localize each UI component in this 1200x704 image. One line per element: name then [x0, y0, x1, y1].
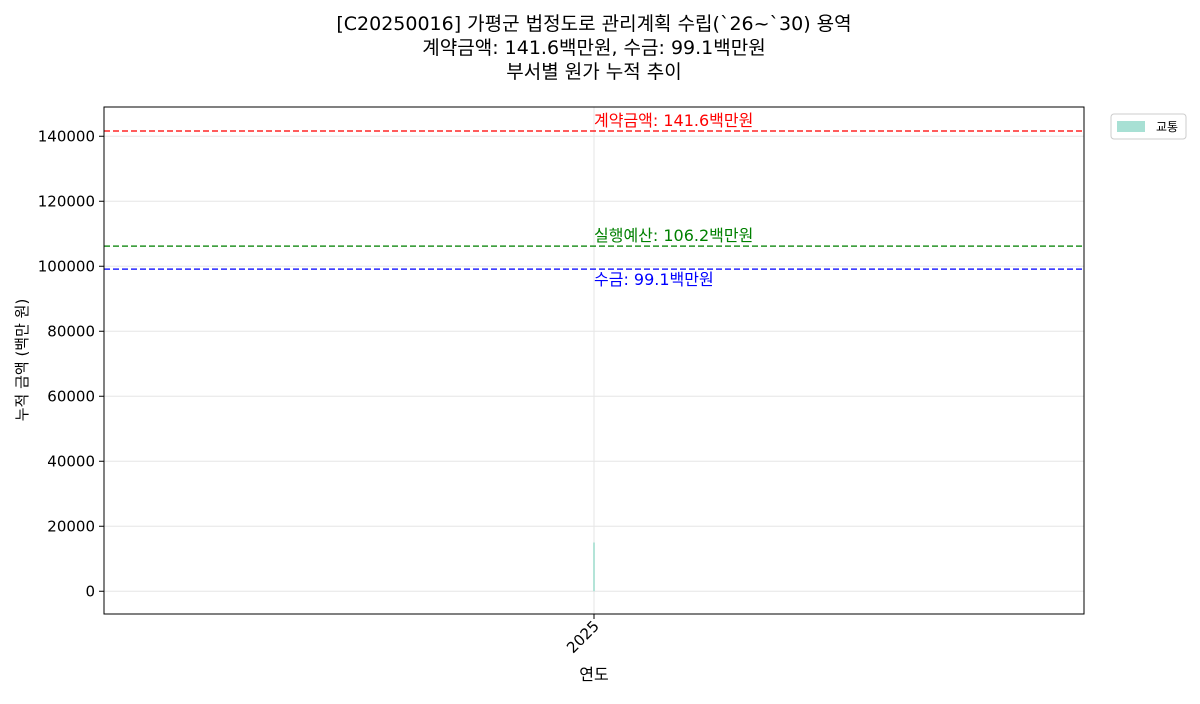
reference-line-label: 계약금액: 141.6백만원: [594, 111, 753, 130]
legend-label-transport: 교통: [1156, 120, 1178, 134]
x-tick-label: 2025: [563, 617, 603, 657]
y-tick-label: 80000: [47, 322, 95, 340]
series-layer: [593, 542, 595, 592]
y-tick-label: 60000: [47, 387, 95, 405]
legend: 교통: [1110, 113, 1187, 140]
y-tick-label: 0: [85, 582, 95, 600]
reference-line-label: 수금: 99.1백만원: [594, 270, 714, 289]
x-axis-label: 연도: [579, 665, 608, 684]
reference-line-label: 실행예산: 106.2백만원: [594, 226, 753, 245]
series-area-transport: [593, 542, 595, 592]
chart-subtitle-contract: 계약금액: 141.6백만원, 수금: 99.1백만원: [422, 37, 765, 59]
chart-title: [C20250016] 가평군 법정도로 관리계획 수립(`26~`30) 용역: [336, 13, 851, 35]
y-tick-label: 120000: [38, 192, 95, 210]
chart-subtitle-trend: 부서별 원가 누적 추이: [506, 61, 681, 83]
y-tick-label: 100000: [38, 257, 95, 275]
y-tick-label: 140000: [38, 127, 95, 145]
legend-swatch-transport: [1117, 121, 1145, 132]
chart-container: [C20250016] 가평군 법정도로 관리계획 수립(`26~`30) 용역…: [0, 0, 1200, 700]
y-tick-label: 20000: [47, 517, 95, 535]
y-tick-label: 40000: [47, 452, 95, 470]
axes: 0 20000 40000 60000 80000 100000 120000 140000 2…: [38, 127, 603, 657]
chart-canvas: [C20250016] 가평군 법정도로 관리계획 수립(`26~`30) 용역…: [13, 13, 1187, 684]
y-axis-label: 누적 금액 (백만 원): [13, 299, 31, 422]
grid: [104, 107, 1084, 614]
